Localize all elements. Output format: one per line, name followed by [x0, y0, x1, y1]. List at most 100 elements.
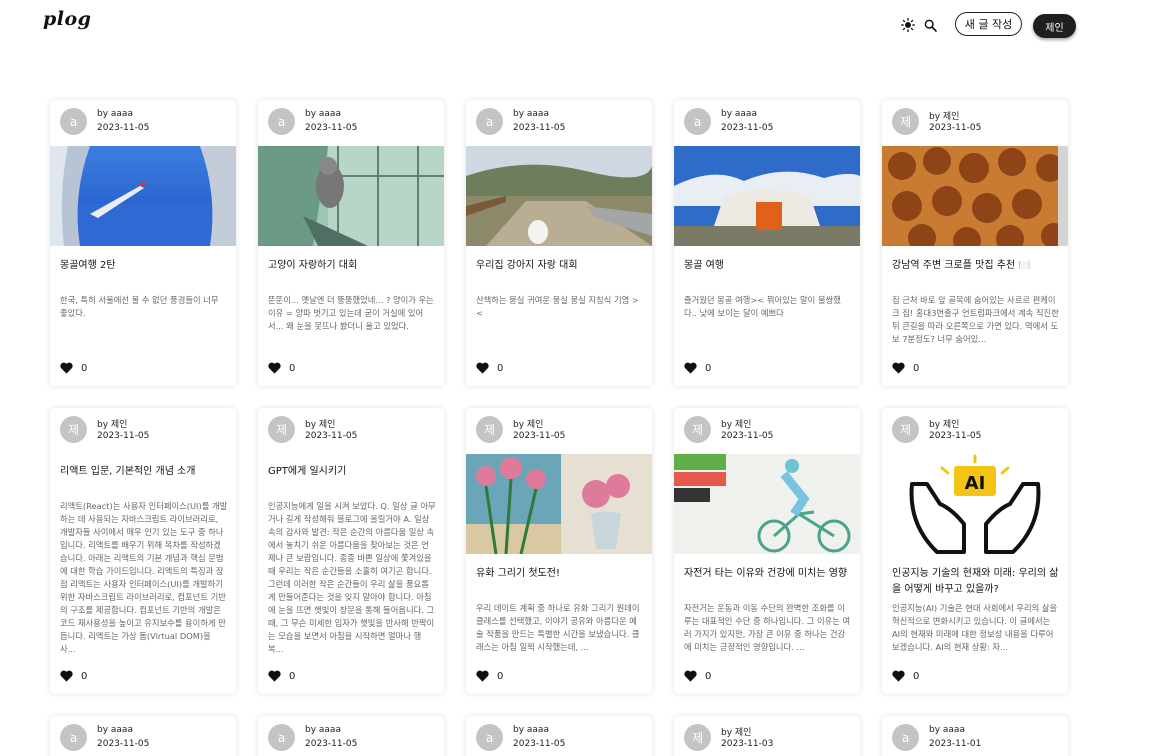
- search-icon[interactable]: [922, 17, 938, 33]
- post-summary: 즐거웠던 몽골 여행>< 뭐어있는 말이 불쌍했다.. 낮에 보이는 달이 예쁘…: [684, 295, 841, 318]
- heart-icon[interactable]: [268, 670, 281, 682]
- post-summary: 집 근처 바로 앞 골목에 숨어있는 사르르 편케이크 집! 홍대3번출구 언트…: [892, 295, 1059, 344]
- post-title[interactable]: 리액트 입문, 기본적인 개념 소개: [60, 464, 228, 480]
- top-header: plog 새 글 작성 제인: [0, 0, 1176, 60]
- post-author: by 제인: [929, 420, 960, 430]
- post-thumbnail: [674, 454, 860, 554]
- like-count: 0: [913, 670, 920, 682]
- avatar: a: [684, 108, 711, 135]
- logo[interactable]: plog: [43, 8, 91, 30]
- post-grid: a by aaaa 2023-11-05 몽골여행 2탄 한국, 특히 서울에선…: [50, 100, 1080, 756]
- post-author: by aaaa: [513, 109, 549, 119]
- post-title[interactable]: 자전거 타는 이유와 건강에 미치는 영향: [684, 566, 852, 582]
- like-group[interactable]: 0: [268, 670, 295, 682]
- avatar: a: [268, 724, 295, 751]
- post-author: by aaaa: [97, 109, 133, 119]
- like-group[interactable]: 0: [60, 670, 87, 682]
- post-date: 2023-11-05: [513, 431, 566, 441]
- post-author: by 제인: [929, 112, 960, 122]
- post-card[interactable]: a by aaaa 2023-11-05 고양이 자랑하기 대회 뚠뚠이... …: [258, 100, 444, 386]
- ai-badge-text: AI: [965, 473, 986, 494]
- post-date: 2023-11-01: [929, 739, 982, 749]
- post-card[interactable]: a by aaaa 2023-11-05 몽골여행 2탄 한국, 특히 서울에선…: [50, 100, 236, 386]
- post-card[interactable]: 제 by 제인 2023-11-05 유화 그리기 첫도전! 우리 데이트 계획…: [466, 408, 652, 694]
- post-author: by aaaa: [305, 725, 341, 735]
- post-card[interactable]: 제 by 제인 2023-11-05 강남역 주변 크로플 맛집 추천 🍽️ 집…: [882, 100, 1068, 386]
- post-summary: 우리 데이트 계획 중 하나로 유화 그리기 원데이클래스를 선택했고, 이야기…: [476, 603, 640, 652]
- post-thumbnail: AI: [882, 454, 1068, 554]
- post-date: 2023-11-05: [305, 739, 358, 749]
- post-card[interactable]: a by aaaa 2023-11-05 우리집 강아지 자랑 대회 산책하는 …: [466, 100, 652, 386]
- avatar: a: [476, 108, 503, 135]
- post-thumbnail: [50, 146, 236, 246]
- heart-icon[interactable]: [476, 670, 489, 682]
- post-title[interactable]: 고양이 자랑하기 대회: [268, 258, 436, 274]
- like-group[interactable]: 0: [268, 362, 295, 374]
- avatar: a: [60, 724, 87, 751]
- avatar: a: [268, 108, 295, 135]
- post-card[interactable]: 제 by 제인 2023-11-03: [674, 716, 860, 756]
- like-count: 0: [913, 362, 920, 374]
- post-card[interactable]: a by aaaa 2023-11-05: [466, 716, 652, 756]
- like-group[interactable]: 0: [476, 670, 503, 682]
- post-author: by aaaa: [305, 109, 341, 119]
- post-summary: 자전거는 운동과 이동 수단의 완벽한 조화를 이루는 대표적인 수단 중 하나…: [684, 603, 851, 652]
- heart-icon[interactable]: [268, 362, 281, 374]
- heart-icon[interactable]: [684, 362, 697, 374]
- heart-icon[interactable]: [892, 670, 905, 682]
- post-thumbnail: [882, 146, 1068, 246]
- post-title[interactable]: 인공지능 기술의 현재와 미래: 우리의 삶을 어떻게 바꾸고 있을까?: [892, 566, 1060, 598]
- post-thumbnail: [466, 454, 652, 554]
- avatar: 제: [684, 724, 711, 751]
- post-date: 2023-11-05: [97, 431, 150, 441]
- like-group[interactable]: 0: [60, 362, 87, 374]
- heart-icon[interactable]: [892, 362, 905, 374]
- avatar: 제: [684, 416, 711, 443]
- post-thumbnail: [674, 146, 860, 246]
- post-card[interactable]: 제 by 제인 2023-11-05 AI 인공지능 기술의 현재와 미래: 우…: [882, 408, 1068, 694]
- heart-icon[interactable]: [60, 670, 73, 682]
- post-title[interactable]: 강남역 주변 크로플 맛집 추천 🍽️: [892, 258, 1060, 274]
- post-card[interactable]: 제 by 제인 2023-11-05 자전거 타는 이유와 건강에 미치는 영향…: [674, 408, 860, 694]
- avatar: 제: [892, 108, 919, 135]
- like-count: 0: [705, 362, 712, 374]
- like-group[interactable]: 0: [476, 362, 503, 374]
- like-group[interactable]: 0: [892, 670, 919, 682]
- new-post-button[interactable]: 새 글 작성: [955, 12, 1022, 36]
- post-date: 2023-11-05: [513, 739, 566, 749]
- post-date: 2023-11-05: [97, 123, 150, 133]
- user-menu-button[interactable]: 제인: [1033, 14, 1076, 38]
- heart-icon[interactable]: [684, 670, 697, 682]
- post-card[interactable]: 제 by 제인 2023-11-05 GPT에게 일시키기 인공지능에게 일을 …: [258, 408, 444, 694]
- post-title[interactable]: 유화 그리기 첫도전!: [476, 566, 644, 582]
- like-count: 0: [497, 670, 504, 682]
- sun-icon[interactable]: [900, 17, 916, 33]
- post-title[interactable]: 몽골여행 2탄: [60, 258, 228, 274]
- post-date: 2023-11-05: [929, 431, 982, 441]
- post-title[interactable]: GPT에게 일시키기: [268, 464, 436, 480]
- post-date: 2023-11-05: [97, 739, 150, 749]
- post-title[interactable]: 몽골 여행: [684, 258, 852, 274]
- like-count: 0: [497, 362, 504, 374]
- post-author: by 제인: [97, 420, 128, 430]
- heart-icon[interactable]: [476, 362, 489, 374]
- like-group[interactable]: 0: [684, 362, 711, 374]
- like-count: 0: [81, 670, 88, 682]
- post-date: 2023-11-05: [929, 123, 982, 133]
- post-title[interactable]: 우리집 강아지 자랑 대회: [476, 258, 644, 274]
- post-card[interactable]: 제 by 제인 2023-11-05 리액트 입문, 기본적인 개념 소개 리액…: [50, 408, 236, 694]
- post-card[interactable]: a by aaaa 2023-11-05: [258, 716, 444, 756]
- post-card[interactable]: a by aaaa 2023-11-05: [50, 716, 236, 756]
- post-summary: 산책하는 뭉실 귀여운 뭉실 뭉실 지칭식 기염 ><: [476, 295, 639, 318]
- post-summary: 인공지능에게 일을 시켜 보았다. Q. 일상 글 아무거나 길게 작성해줘 블…: [268, 501, 436, 654]
- avatar: a: [476, 724, 503, 751]
- post-date: 2023-11-05: [513, 123, 566, 133]
- post-author: by aaaa: [929, 725, 965, 735]
- post-card[interactable]: a by aaaa 2023-11-05 몽골 여행 즐거웠던 몽골 여행>< …: [674, 100, 860, 386]
- post-thumbnail: [466, 146, 652, 246]
- heart-icon[interactable]: [60, 362, 73, 374]
- post-card[interactable]: a by aaaa 2023-11-01: [882, 716, 1068, 756]
- post-summary: 한국, 특히 서울에선 볼 수 없던 풍경들이 너무 좋았다.: [60, 295, 219, 318]
- like-group[interactable]: 0: [684, 670, 711, 682]
- like-group[interactable]: 0: [892, 362, 919, 374]
